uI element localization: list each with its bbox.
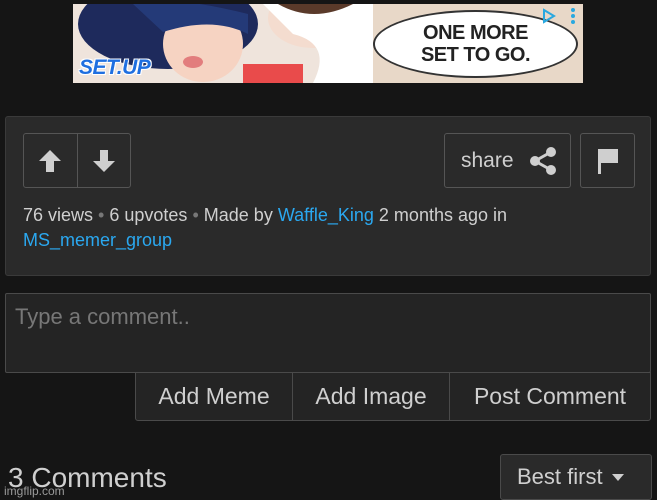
upvote-button[interactable]	[24, 134, 77, 187]
vote-group	[23, 133, 131, 188]
arrow-up-icon	[39, 149, 62, 172]
ad-brand-logo: SET.UP	[79, 56, 151, 79]
add-image-button[interactable]: Add Image	[292, 373, 449, 420]
ad-banner[interactable]: SET.UP ONE MORE SET TO GO.	[73, 4, 583, 83]
made-by-label: Made by	[203, 205, 273, 225]
post-metadata: 76 views • 6 upvotes • Made by Waffle_Ki…	[23, 203, 623, 253]
comment-placeholder: Type a comment..	[15, 304, 190, 329]
comment-actions: Add Meme Add Image Post Comment	[135, 372, 651, 421]
downvote-button[interactable]	[76, 134, 131, 187]
comment-input[interactable]: Type a comment..	[5, 293, 651, 373]
more-vertical-icon[interactable]	[569, 7, 577, 29]
flag-button[interactable]	[580, 133, 635, 188]
share-button[interactable]: share	[444, 133, 571, 188]
arrow-down-icon	[92, 149, 115, 172]
post-comment-button[interactable]: Post Comment	[449, 373, 650, 420]
post-info-panel: share 76 views • 6 upvotes • Made by Waf…	[5, 116, 651, 276]
chevron-down-icon	[611, 474, 624, 481]
adchoices-icon[interactable]	[541, 8, 559, 24]
share-icon	[529, 146, 556, 175]
separator-dot: •	[192, 205, 199, 225]
upvote-count: 6 upvotes	[109, 205, 188, 225]
post-time: 2 months ago in	[378, 205, 508, 225]
add-meme-button[interactable]: Add Meme	[136, 373, 292, 420]
share-label: share	[461, 148, 514, 172]
sort-dropdown[interactable]: Best first	[500, 454, 652, 500]
flag-icon	[597, 148, 618, 174]
stream-link[interactable]: MS_memer_group	[23, 230, 172, 250]
ad-bubble-text: ONE MORE SET TO GO.	[420, 22, 531, 66]
sort-label: Best first	[517, 464, 603, 489]
author-link[interactable]: Waffle_King	[278, 205, 374, 225]
imgflip-watermark: imgflip.com	[4, 484, 65, 498]
view-count: 76 views	[23, 205, 94, 225]
separator-dot: •	[98, 205, 105, 225]
